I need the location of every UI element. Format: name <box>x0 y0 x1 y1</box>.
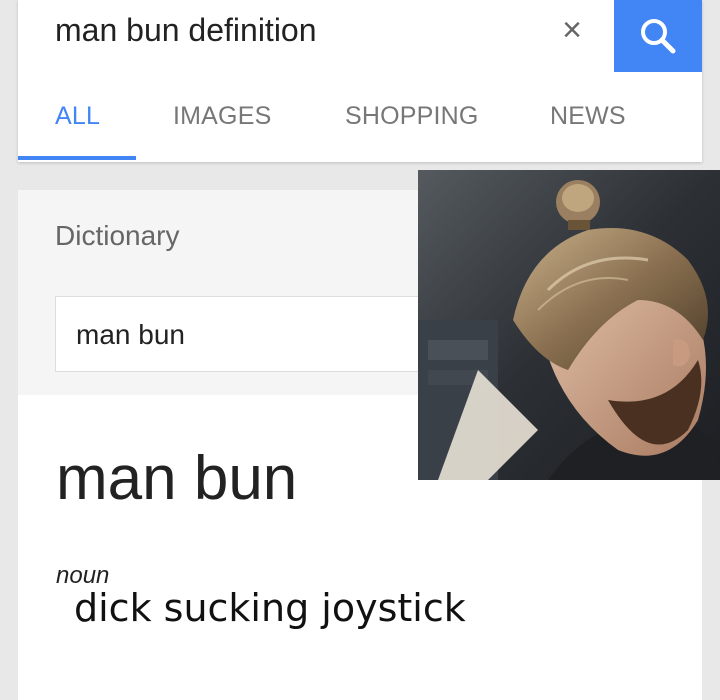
tab-news[interactable]: NEWS <box>550 90 626 142</box>
dictionary-input[interactable]: man bun <box>55 296 475 372</box>
search-card: man bun definition × ALL IMAGES SHOPPING… <box>18 0 702 162</box>
search-input[interactable]: man bun definition <box>55 6 317 54</box>
active-tab-indicator <box>18 156 136 160</box>
headword: man bun <box>56 444 298 513</box>
search-icon <box>641 19 676 54</box>
tab-images[interactable]: IMAGES <box>173 90 271 142</box>
clear-button[interactable]: × <box>548 6 596 54</box>
dictionary-label: Dictionary <box>55 220 180 251</box>
photo-illustration <box>418 170 720 480</box>
man-bun-photo <box>418 170 720 480</box>
tab-all[interactable]: ALL <box>55 90 100 142</box>
dictionary-input-value: man bun <box>76 319 185 350</box>
definition-text: dick sucking joystick <box>74 586 466 630</box>
tab-shopping[interactable]: SHOPPING <box>345 90 479 142</box>
search-tabs: ALL IMAGES SHOPPING NEWS <box>18 90 702 162</box>
search-button[interactable] <box>614 0 702 72</box>
search-bar: man bun definition × <box>18 0 702 72</box>
